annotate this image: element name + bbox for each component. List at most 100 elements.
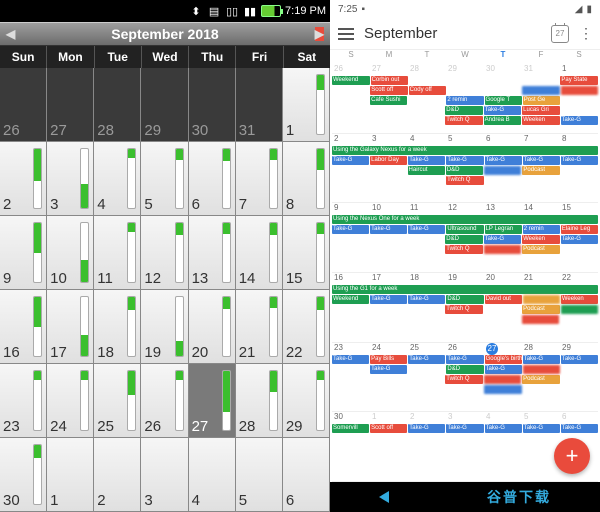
month-grid-new[interactable]: 2627282930311WeekendCorbin outPay StateS… — [330, 64, 600, 482]
calendar-day[interactable]: 2 — [0, 142, 47, 216]
event-chip[interactable]: █ — [561, 86, 598, 95]
calendar-day-number[interactable]: 14 — [522, 203, 560, 215]
event-chip[interactable]: Twitch Q — [445, 245, 482, 254]
calendar-day[interactable]: 3 — [47, 142, 94, 216]
event-chip[interactable]: Take-G — [484, 106, 521, 115]
calendar-day[interactable]: 4 — [94, 142, 141, 216]
event-chip[interactable]: Google's birthday (19 — [485, 355, 522, 364]
calendar-day-number[interactable]: 30 — [332, 412, 370, 424]
calendar-day[interactable]: 17 — [47, 290, 94, 364]
event-chip[interactable]: Take-G — [370, 365, 407, 374]
calendar-day-number[interactable]: 26 — [446, 343, 484, 355]
calendar-day-number[interactable]: 28 — [408, 64, 446, 76]
calendar-day[interactable]: 16 — [0, 290, 47, 364]
event-chip[interactable]: David out — [485, 295, 522, 304]
calendar-day[interactable]: 21 — [236, 290, 283, 364]
calendar-day-number[interactable]: 6 — [560, 412, 598, 424]
calendar-day-number[interactable]: 4 — [484, 412, 522, 424]
event-chip[interactable]: █ — [484, 166, 521, 175]
event-chip[interactable]: Take-G — [408, 156, 445, 165]
month-grid-old[interactable]: 2627282930311234567891011121314151617181… — [0, 68, 330, 512]
event-chip[interactable]: Podcast — [522, 305, 559, 314]
event-chip[interactable]: Pay State — [560, 76, 598, 85]
calendar-day-number[interactable]: 3 — [370, 134, 408, 146]
event-chip[interactable]: Take-G — [408, 355, 445, 364]
event-chip[interactable]: Take-G — [485, 424, 522, 433]
event-chip[interactable]: Take-G — [485, 156, 522, 165]
calendar-day-number[interactable]: 27 — [370, 64, 408, 76]
calendar-day[interactable]: 9 — [0, 216, 47, 290]
event-chip[interactable]: █ — [522, 86, 559, 95]
calendar-day-selected[interactable]: 27 — [189, 364, 236, 438]
calendar-day[interactable]: 15 — [283, 216, 330, 290]
calendar-day[interactable]: 26 — [0, 68, 47, 142]
event-chip[interactable]: Take-G — [446, 355, 483, 364]
event-chip[interactable]: D&D — [446, 365, 483, 374]
event-chip[interactable]: Cafe Sushi — [370, 96, 407, 105]
event-chip[interactable]: D&D — [446, 295, 483, 304]
calendar-day-number[interactable]: 1 — [560, 64, 598, 76]
event-chip[interactable]: Using the G1 for a week — [332, 285, 598, 294]
calendar-day[interactable]: 28 — [236, 364, 283, 438]
event-chip[interactable]: █ — [484, 375, 521, 384]
calendar-day[interactable]: 6 — [189, 142, 236, 216]
event-chip[interactable]: Twitch Q — [445, 305, 482, 314]
calendar-day[interactable]: 1 — [283, 68, 330, 142]
event-chip[interactable]: Scott off — [370, 424, 407, 433]
event-chip[interactable]: Using the Nexus One for a week — [332, 215, 598, 224]
event-chip[interactable]: Take-G — [484, 235, 521, 244]
event-chip[interactable]: Take-G — [561, 355, 598, 364]
event-chip[interactable]: Post Ge — [523, 96, 560, 105]
calendar-day-number[interactable]: 16 — [332, 273, 370, 285]
event-chip[interactable]: Ultrasound — [446, 225, 483, 234]
calendar-day-number[interactable]: 8 — [560, 134, 598, 146]
event-chip[interactable]: Labor Day — [370, 156, 407, 165]
event-chip[interactable]: █ — [523, 365, 560, 374]
calendar-day[interactable]: 5 — [141, 142, 188, 216]
calendar-day-number[interactable]: 18 — [408, 273, 446, 285]
calendar-day[interactable]: 27 — [47, 68, 94, 142]
event-chip[interactable]: Corbin out — [371, 76, 409, 85]
event-chip[interactable]: Lucas Gri — [522, 106, 559, 115]
calendar-day[interactable]: 31 — [236, 68, 283, 142]
calendar-day[interactable]: 4 — [189, 438, 236, 512]
event-chip[interactable]: Google T — [485, 96, 522, 105]
event-chip[interactable]: Scott off — [370, 86, 407, 95]
today-button-icon[interactable]: 27 — [551, 25, 569, 43]
calendar-day-number[interactable]: 10 — [370, 203, 408, 215]
calendar-day-number[interactable]: 26 — [332, 64, 370, 76]
calendar-day[interactable]: 2 — [94, 438, 141, 512]
event-chip[interactable]: Podcast — [522, 375, 559, 384]
calendar-day-number[interactable]: 29 — [560, 343, 598, 355]
event-chip[interactable]: Twitch Q — [445, 375, 482, 384]
event-chip[interactable]: Haircut — [408, 166, 445, 175]
calendar-day[interactable]: 24 — [47, 364, 94, 438]
hamburger-menu-icon[interactable] — [338, 28, 354, 40]
event-chip[interactable]: █ — [522, 315, 560, 324]
event-chip[interactable]: Using the Galaxy Nexus for a week — [332, 146, 598, 155]
calendar-day-today[interactable]: 27 — [484, 343, 522, 355]
calendar-day-number[interactable]: 30 — [484, 64, 522, 76]
calendar-day-number[interactable]: 5 — [446, 134, 484, 146]
calendar-day[interactable]: 3 — [141, 438, 188, 512]
calendar-day[interactable]: 29 — [283, 364, 330, 438]
calendar-day[interactable]: 20 — [189, 290, 236, 364]
calendar-day-number[interactable]: 21 — [522, 273, 560, 285]
event-chip[interactable]: Take-G — [370, 225, 407, 234]
calendar-day-number[interactable]: 31 — [522, 64, 560, 76]
event-chip[interactable]: Take-G — [561, 156, 598, 165]
calendar-day[interactable]: 1 — [47, 438, 94, 512]
calendar-day[interactable]: 26 — [141, 364, 188, 438]
event-chip[interactable]: Take-G — [370, 295, 407, 304]
calendar-day-number[interactable]: 25 — [408, 343, 446, 355]
event-chip[interactable]: Take-G — [561, 116, 598, 125]
event-chip[interactable]: Take-G — [408, 424, 445, 433]
calendar-day[interactable]: 18 — [94, 290, 141, 364]
event-chip[interactable]: 2 remin — [446, 96, 483, 105]
calendar-day[interactable]: 19 — [141, 290, 188, 364]
event-chip[interactable]: Weeken — [522, 116, 559, 125]
event-chip[interactable]: Weeken — [522, 235, 559, 244]
calendar-day-number[interactable]: 19 — [446, 273, 484, 285]
event-chip[interactable]: Twitch Q — [446, 176, 484, 185]
calendar-day-number[interactable]: 7 — [522, 134, 560, 146]
